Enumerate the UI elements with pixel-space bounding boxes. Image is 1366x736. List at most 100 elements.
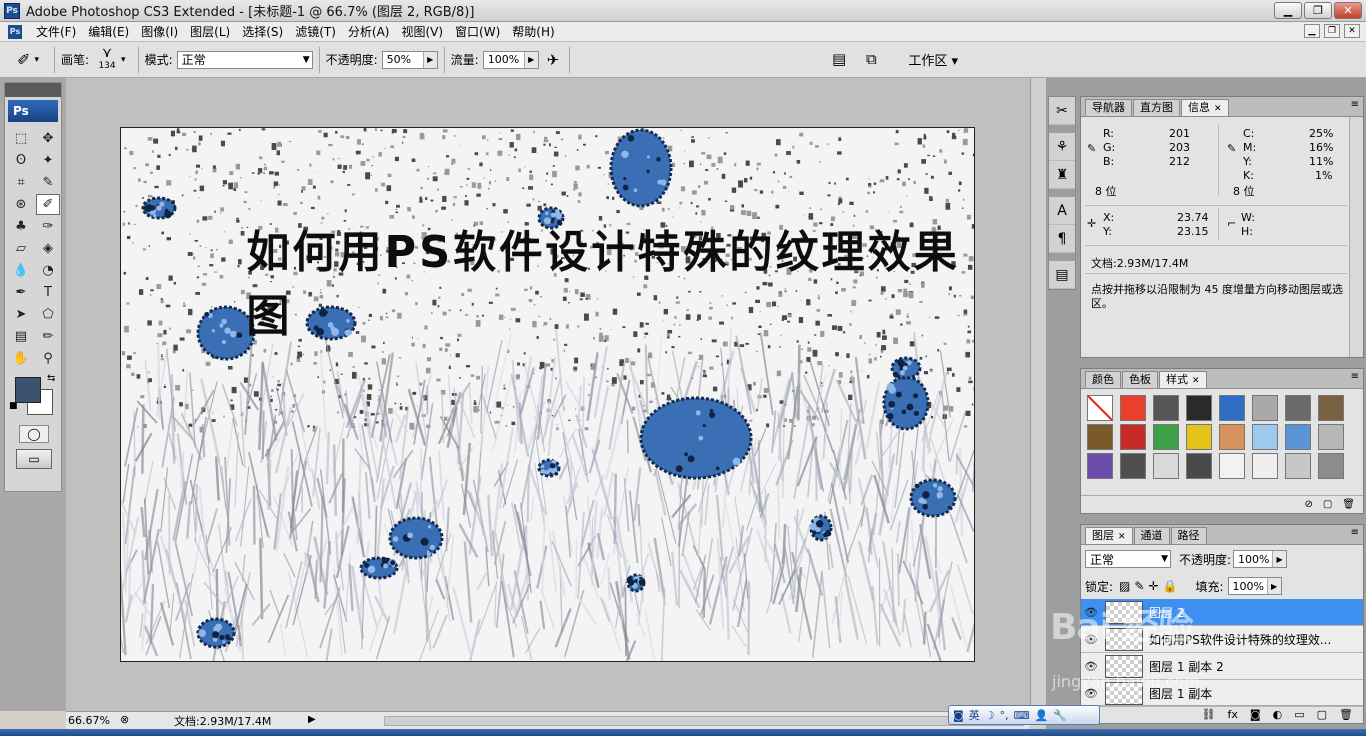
layer-style-icon[interactable]: fx [1228,708,1238,721]
style-swatch[interactable] [1252,424,1278,450]
lock-pixels-icon[interactable]: ✎ [1134,579,1144,593]
layer-row[interactable]: 👁 如何用PS软件设计特殊的纹理效... [1081,626,1363,653]
paint-bucket-tool-icon[interactable]: ◈ [36,238,60,259]
workspace-menu[interactable]: 工作区 ▾ [908,50,958,69]
menu-image[interactable]: 图像(I) [135,23,184,40]
move-tool-icon[interactable]: ✥ [36,128,60,149]
screen-mode-button[interactable]: ▭ [16,449,52,469]
style-swatch[interactable] [1186,453,1212,479]
new-layer-icon[interactable]: ▢ [1317,708,1327,721]
eyedropper-tool-icon[interactable]: ✏ [36,326,60,347]
style-swatch[interactable] [1087,395,1113,421]
shape-tool-icon[interactable]: ⬠ [36,304,60,325]
eyedropper-slice-tool-icon[interactable]: ✎ [36,172,60,193]
style-swatch[interactable] [1252,395,1278,421]
delete-layer-icon[interactable]: 🗑 [1339,708,1353,721]
style-swatch[interactable] [1186,424,1212,450]
menu-view[interactable]: 视图(V) [395,23,449,40]
menu-filter[interactable]: 滤镜(T) [289,23,342,40]
minimize-button[interactable]: ▁ [1274,2,1302,19]
visibility-eye-icon[interactable]: 👁 [1081,606,1101,619]
tool-preset-picker[interactable]: ✐ ▾ [8,47,48,73]
palette-well-icon[interactable]: ▤ [832,50,846,68]
style-swatch[interactable] [1219,395,1245,421]
style-swatch[interactable] [1318,424,1344,450]
airbrush-icon[interactable]: ✈ [547,51,560,69]
history-brush-tool-icon[interactable]: ✑ [36,216,60,237]
layer-opacity-slider-button[interactable]: ▶ [1272,551,1287,567]
layer-comps-icon[interactable]: ▤ [1049,261,1075,289]
vertical-scrollbar[interactable] [1030,78,1046,711]
ime-settings-icon[interactable]: 🔧 [1053,709,1067,722]
close-icon[interactable]: ✕ [1118,532,1126,542]
tab-color[interactable]: 颜色 [1085,371,1121,388]
close-button[interactable]: ✕ [1334,2,1362,19]
style-swatch[interactable] [1318,453,1344,479]
style-swatch[interactable] [1153,424,1179,450]
path-selection-tool-icon[interactable]: ➤ [9,304,33,325]
doc-minimize-button[interactable]: ▁ [1304,24,1320,38]
quick-mask-button[interactable]: ◯ [19,425,49,443]
cmyk-eyedropper-icon[interactable]: ✎ [1227,142,1236,155]
paragraph-panel-icon[interactable]: ¶ [1049,225,1075,253]
style-swatch[interactable] [1120,424,1146,450]
delete-style-icon[interactable]: 🗑 [1342,499,1355,510]
blur-tool-icon[interactable]: 💧 [9,260,33,281]
foreground-color-swatch[interactable] [15,377,41,403]
clear-style-icon[interactable]: ⊘ [1304,499,1312,510]
bridge-icon[interactable]: ⧉ [866,50,877,68]
lock-all-icon[interactable]: 🔒 [1163,579,1178,593]
ime-punctuation-icon[interactable]: °, [1000,709,1009,722]
style-swatch[interactable] [1120,453,1146,479]
tab-info[interactable]: 信息 ✕ [1181,99,1229,116]
marquee-tool-icon[interactable]: ⬚ [9,128,33,149]
fill-input[interactable]: 100% ▶ [1227,577,1282,595]
style-swatch[interactable] [1087,453,1113,479]
toolbox-header[interactable] [5,83,61,97]
new-style-icon[interactable]: ▢ [1323,499,1332,510]
style-swatch[interactable] [1153,395,1179,421]
doc-close-button[interactable]: ✕ [1344,24,1360,38]
style-swatch[interactable] [1285,453,1311,479]
brush-tool-icon[interactable]: ✐ [36,194,60,215]
ime-keyboard-icon[interactable]: ⌨ [1014,709,1030,722]
status-preview-icon[interactable]: ⊗ [120,713,129,726]
layer-row[interactable]: 👁 图层 2 [1081,599,1363,626]
menu-layer[interactable]: 图层(L) [184,23,236,40]
style-swatch[interactable] [1219,424,1245,450]
restore-button[interactable]: ❐ [1304,2,1332,19]
flow-slider-button[interactable]: ▶ [523,51,538,68]
panel-menu-icon[interactable]: ≡ [1351,527,1359,538]
notes-tool-icon[interactable]: ▤ [9,326,33,347]
visibility-eye-icon[interactable]: 👁 [1081,660,1101,673]
tab-navigator[interactable]: 导航器 [1085,99,1132,116]
healing-brush-tool-icon[interactable]: ⊛ [9,194,33,215]
close-icon[interactable]: ✕ [1214,104,1222,114]
opacity-slider-button[interactable]: ▶ [422,51,437,68]
opacity-input[interactable]: 50% ▶ [381,50,438,69]
swap-colors-icon[interactable]: ⇆ [47,373,55,384]
style-swatch[interactable] [1318,395,1344,421]
ime-moon-icon[interactable]: ☽ [985,709,995,722]
lock-transparency-icon[interactable]: ▨ [1119,579,1130,593]
menu-analysis[interactable]: 分析(A) [342,23,396,40]
app-menu-icon[interactable]: Ps [8,24,22,39]
clone-source-icon[interactable]: ♜ [1049,161,1075,189]
style-swatch[interactable] [1153,453,1179,479]
horizontal-scrollbar[interactable] [384,716,1024,726]
flow-input[interactable]: 100% ▶ [482,50,539,69]
close-icon[interactable]: ✕ [1192,376,1200,386]
ime-logo-icon[interactable]: ◙ [953,709,964,722]
lasso-tool-icon[interactable]: ʘ [9,150,33,171]
style-swatch[interactable] [1252,453,1278,479]
doc-restore-button[interactable]: ❐ [1324,24,1340,38]
menu-window[interactable]: 窗口(W) [449,23,506,40]
eraser-tool-icon[interactable]: ▱ [9,238,33,259]
toolbox-logo[interactable]: Ps [8,100,58,122]
panel-menu-icon[interactable]: ≡ [1351,99,1359,110]
status-menu-arrow-icon[interactable]: ▶ [308,714,316,725]
info-scrollbar[interactable] [1349,117,1363,357]
brushes-panel-icon[interactable]: ⚘ [1049,133,1075,161]
character-panel-icon[interactable]: A [1049,197,1075,225]
blend-mode-select[interactable]: 正常 ▼ [1085,550,1171,568]
